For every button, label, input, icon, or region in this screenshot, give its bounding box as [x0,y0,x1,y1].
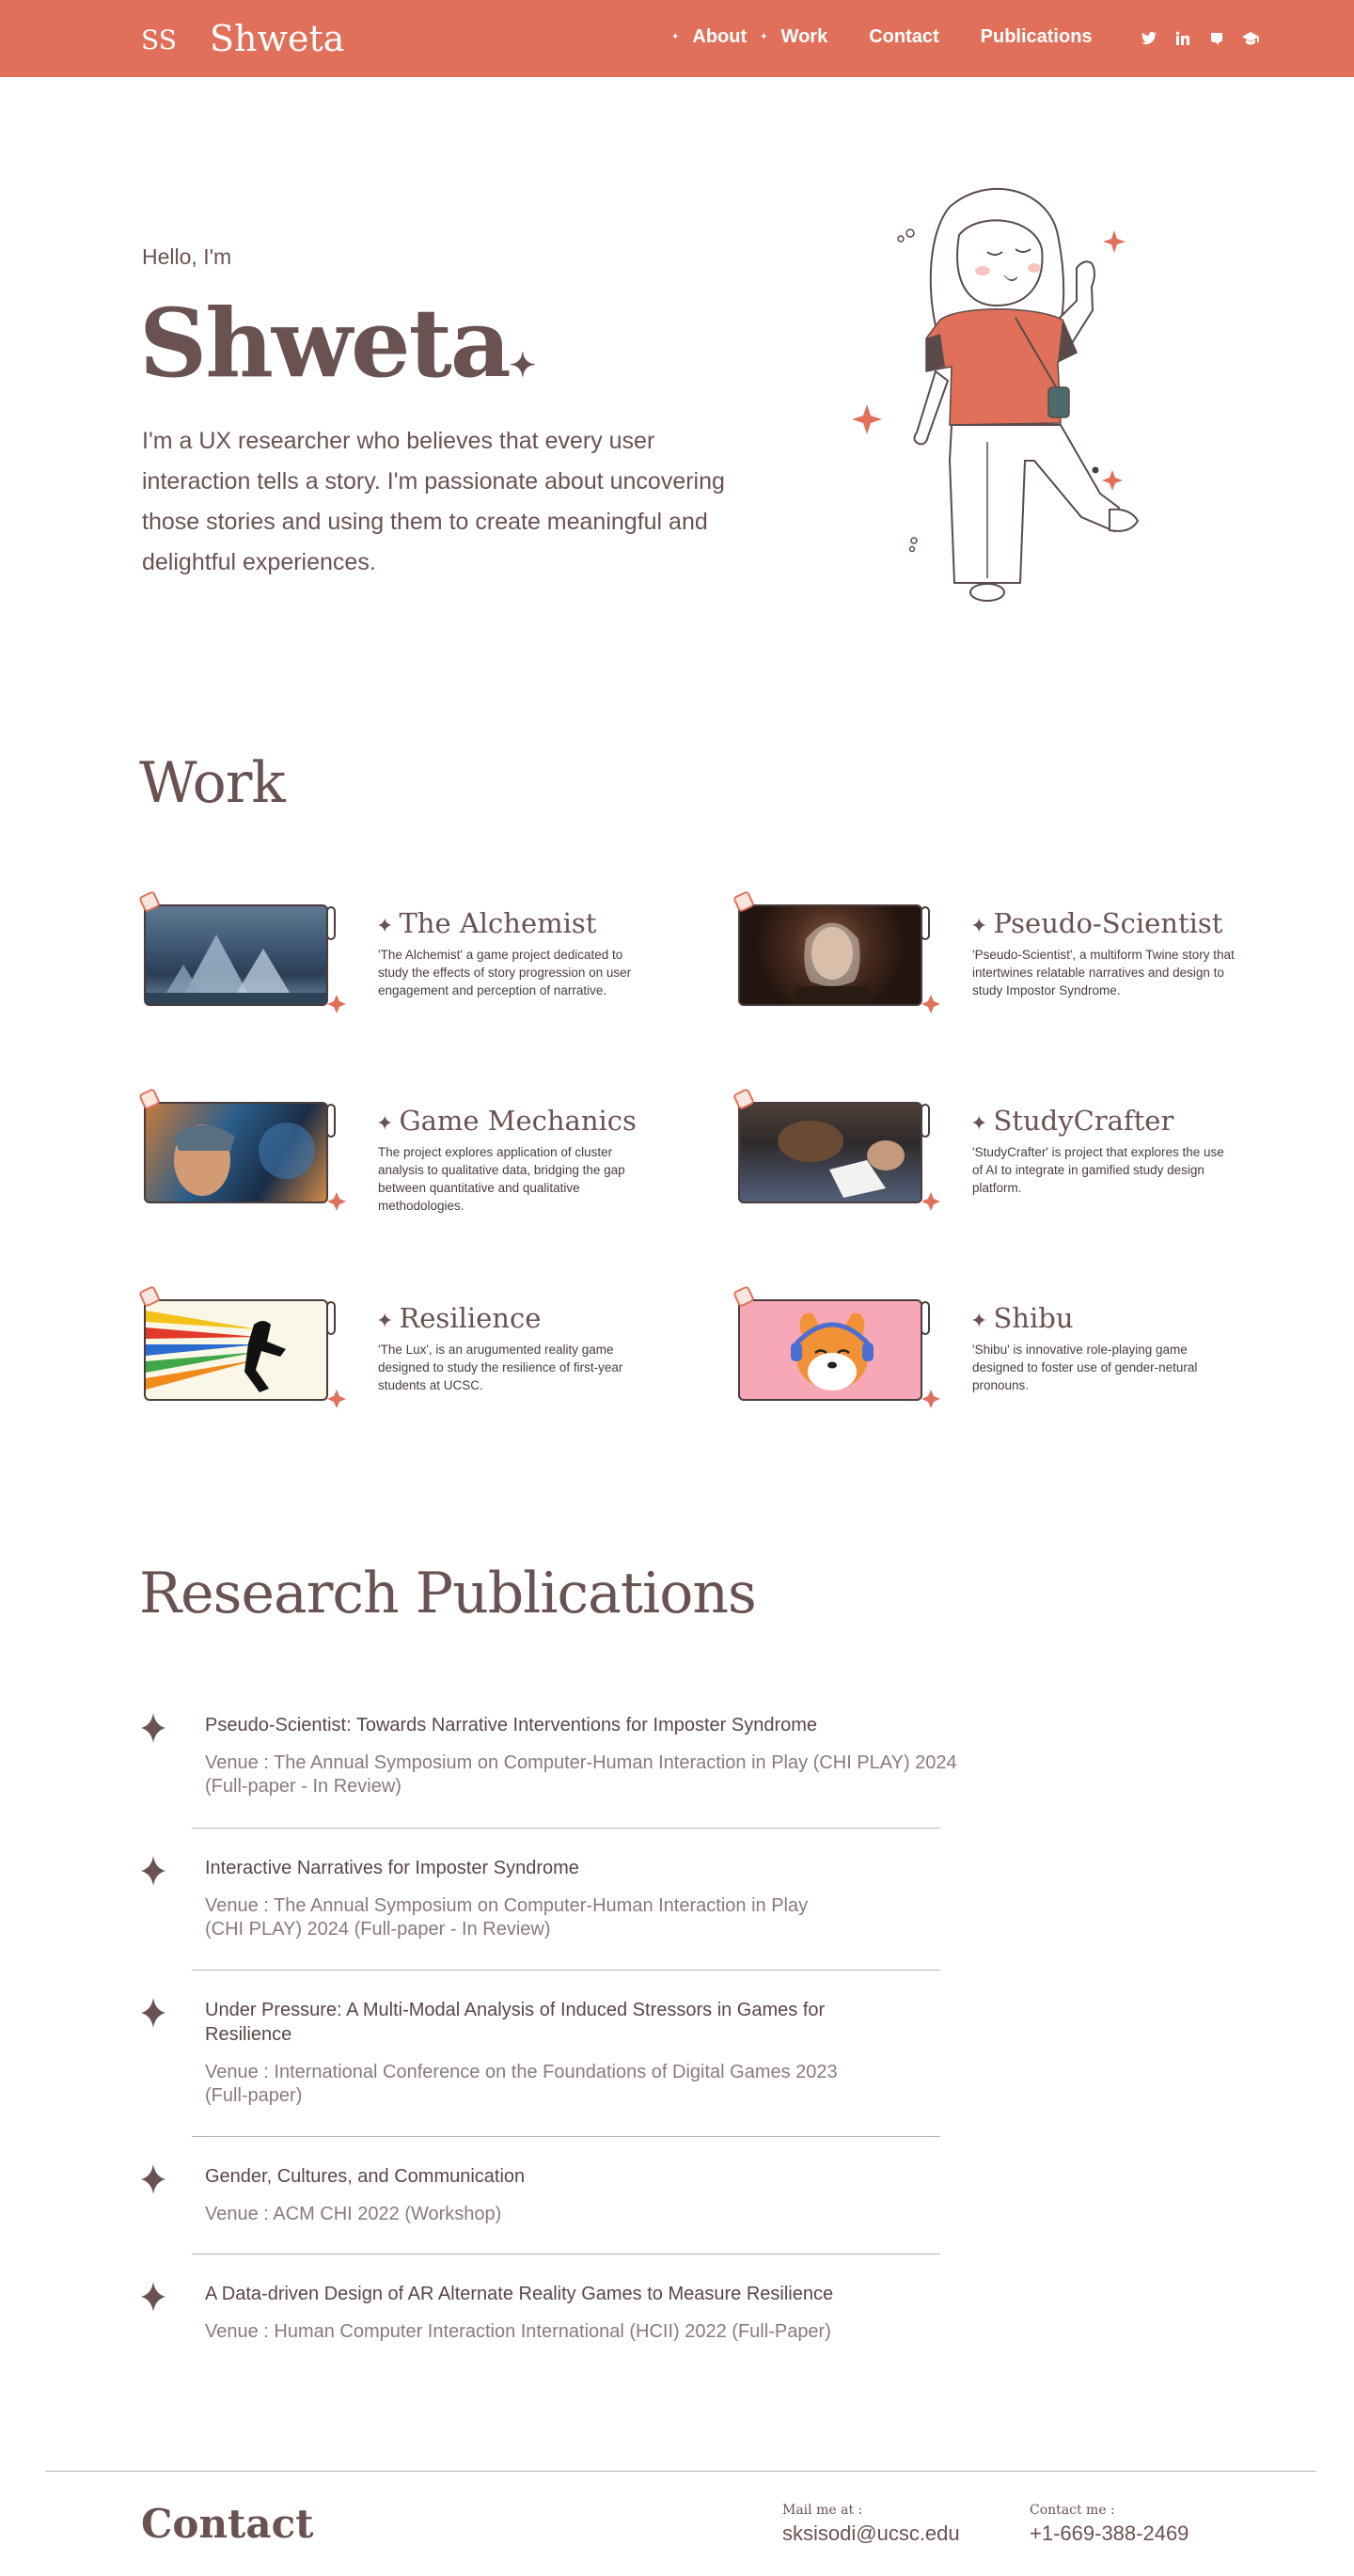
medium-icon[interactable] [1207,29,1226,48]
clip-icon [921,1104,930,1138]
clip-icon [326,1104,336,1138]
top-navbar: SS Shweta ✦ About ✦ Work Contact Publica… [0,0,1354,77]
graduation-cap-icon[interactable] [1241,29,1260,48]
contact-title: Contact [141,2501,314,2547]
footer-divider [45,2471,1316,2472]
clip-icon [921,1301,930,1335]
sparkle-icon: ✦ [970,915,988,938]
sparkle-icon: ✦ [970,1112,988,1136]
project-description: 'Shibu' is innovative role-playing game … [972,1343,1198,1392]
sparkle-icon [327,1192,346,1211]
sparkle-icon [141,1856,165,1886]
sparkle-icon [141,2164,165,2194]
publication-title[interactable]: Pseudo-Scientist: Towards Narrative Inte… [205,1713,920,1737]
project-title[interactable]: ✦ Resilience [376,1302,541,1334]
sparkle-icon [921,1192,940,1211]
project-title[interactable]: ✦ Pseudo-Scientist [970,907,1222,939]
runner-stripes-image [144,1299,328,1401]
sparkle-icon [141,1713,165,1743]
publication-venue: Venue : International Conference on the … [205,2062,838,2082]
nav-link-work[interactable]: Work [781,26,828,48]
publication-venue: (Full-paper - In Review) [205,1776,401,1797]
publication-venue: (Full-paper) [205,2085,303,2106]
project-description: 'The Lux', is an arugumented reality gam… [378,1343,623,1392]
clip-icon [326,906,336,940]
nav-sparkle-icon: ✦ [671,32,680,42]
project-description: 'Pseudo-Scientist', a multiform Twine st… [972,948,1235,997]
project-card-pseudo-scientist[interactable]: ✦ Pseudo-Scientist 'Pseudo-Scientist', a … [732,890,1262,1034]
sparkle-icon [921,995,940,1013]
hero-description: I'm a UX researcher who believes that ev… [142,428,725,575]
alchemist-pyramids-image [144,904,328,1006]
sparkle-icon: ✦ [509,347,536,385]
nav-link-about[interactable]: About [692,26,747,48]
work-section-title: Work [139,750,286,816]
sparkle-icon [921,1390,940,1408]
clip-icon [921,906,930,940]
shiba-dog-image [738,1299,922,1401]
project-title[interactable]: ✦ The Alchemist [376,907,596,939]
sparkle-icon: ✦ [376,915,394,938]
divider [192,2136,940,2137]
divider [192,1828,940,1829]
sparkle-icon: ✦ [970,1310,988,1333]
students-studying-image [738,1102,922,1203]
project-thumbnail[interactable] [138,1088,346,1217]
project-thumbnail[interactable] [138,890,346,1020]
sparkle-icon [327,1390,346,1408]
phone-label: Contact me : [1030,2503,1115,2518]
sparkle-icon: ✦ [376,1112,394,1136]
mail-label: Mail me at : [782,2503,863,2518]
project-card-shibu[interactable]: ✦ Shibu 'Shibu' is innovative role-playin… [732,1285,1262,1429]
linkedin-icon[interactable] [1173,29,1192,48]
nav-link-publications[interactable]: Publications [981,26,1093,48]
clip-icon [326,1301,336,1335]
project-card-game-mechanics[interactable]: ✦ Game Mechanics The project explores app… [138,1088,668,1232]
divider [192,1970,940,1971]
publication-venue: Venue : The Annual Symposium on Computer… [205,1895,809,1916]
project-card-resilience[interactable]: ✦ Resilience 'The Lux', is an arugumented… [138,1285,668,1429]
gamer-vr-image [144,1102,328,1203]
hero-name: Shweta✦ [139,288,536,399]
publication-title[interactable]: Gender, Cultures, and Communication [205,2164,920,2189]
publications-section-title: Research Publications [139,1561,757,1626]
publication-title[interactable]: Interactive Narratives for Imposter Synd… [205,1856,920,1880]
logo-icon[interactable]: SS [141,24,177,56]
project-thumbnail[interactable] [732,1088,940,1217]
project-description: The project explores application of clus… [378,1145,625,1213]
nav-link-contact[interactable]: Contact [869,26,938,48]
project-description: 'The Alchemist' a game project dedicated… [378,948,632,997]
hero-greeting: Hello, I'm [142,244,232,269]
project-title[interactable]: ✦ Game Mechanics [376,1105,637,1137]
project-thumbnail[interactable] [732,1285,940,1415]
publication-venue: (CHI PLAY) 2024 (Full-paper - In Review) [205,1919,551,1940]
project-card-studycrafter[interactable]: ✦ StudyCrafter 'StudyCrafter' is project … [732,1088,1262,1232]
phone-link[interactable]: +1-669-388-2469 [1030,2521,1189,2546]
project-description: 'StudyCrafter' is project that explores … [972,1145,1224,1195]
publication-venue: Venue : ACM CHI 2022 (Workshop) [205,2204,502,2224]
nav-links: ✦ About ✦ Work Contact Publications [658,26,1093,48]
site-logo-text[interactable]: Shweta [210,17,344,60]
nav-sparkle-icon: ✦ [760,32,768,42]
publication-venue: Venue : Human Computer Interaction Inter… [205,2321,831,2342]
sparkle-icon [141,2282,165,2312]
publication-venue: Venue : The Annual Symposium on Computer… [205,1752,957,1773]
project-title[interactable]: ✦ Shibu [970,1302,1074,1334]
project-card-alchemist[interactable]: ✦ The Alchemist 'The Alchemist' a game pr… [138,890,668,1034]
social-links [1140,29,1260,48]
girl-illustration [852,187,1140,602]
sparkle-icon [327,995,346,1013]
project-thumbnail[interactable] [732,890,940,1020]
publication-title[interactable]: Under Pressure: A Multi-Modal Analysis o… [205,1998,882,2047]
sparkle-icon: ✦ [376,1310,394,1333]
portrait-painting-image [738,904,922,1006]
project-thumbnail[interactable] [138,1285,346,1415]
sparkle-icon [141,1998,165,2028]
twitter-icon[interactable] [1140,29,1158,48]
project-title[interactable]: ✦ StudyCrafter [970,1105,1173,1137]
publication-title[interactable]: A Data-driven Design of AR Alternate Rea… [205,2282,920,2306]
email-link[interactable]: sksisodi@ucsc.edu [782,2521,960,2546]
